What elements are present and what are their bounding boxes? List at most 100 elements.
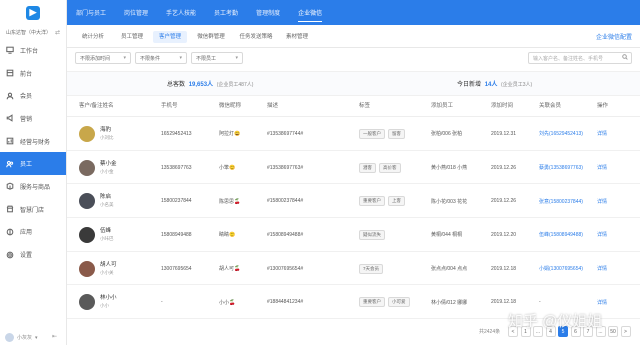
customer-cell: 胡人可 小小关 [79, 252, 117, 286]
customer-alias: 小小 [100, 303, 109, 309]
sub-tab-3[interactable]: 微信群管理 [192, 31, 230, 43]
description-cell: #13538697763# [267, 164, 304, 171]
top-tab-1[interactable]: 岗位管理 [115, 0, 157, 25]
description-cell: #13007695654# [267, 265, 304, 272]
today-label: 今日新增 [457, 82, 482, 88]
org-name: 山东达智（中大洋） [6, 29, 52, 36]
table-row[interactable]: 陈启 小名美 15800237844 陈思思🍒 #15800237844# 陈小花/003… [67, 184, 640, 219]
gear-icon [6, 251, 14, 259]
app-logo-icon[interactable]: ▶ [26, 5, 40, 20]
wechat-cell: 阿拉灯😄 [219, 131, 241, 138]
detail-link[interactable]: 详情 [597, 151, 607, 185]
sidebar-item-7[interactable]: 智慧门店 [0, 198, 66, 221]
added-time-cell: 2019.12.26 [491, 198, 517, 205]
condition-filter-value: 不限条件 [140, 55, 161, 62]
customer-alias: 小咔巴 [100, 235, 114, 241]
sidebar-item-0[interactable]: 工作台 [0, 39, 66, 62]
sub-tab-0[interactable]: 统计分析 [75, 31, 111, 43]
member-link[interactable]: 伍峰(15808949488) [539, 218, 583, 252]
filter-bar: 不限添加时间 ▾ 不限条件 ▾ 不限员工 ▾ 输入客户名、备注姓名、手机号 [67, 48, 640, 71]
megaphone-icon [6, 114, 14, 123]
top-tab-2[interactable]: 手艺人技能 [157, 0, 205, 25]
sidebar-item-1[interactable]: 前台 [0, 62, 66, 85]
description-cell: #15808949488# [267, 231, 304, 238]
customer-alias: 小名美 [100, 202, 114, 208]
tags-cell: 一般客户 留客 [359, 117, 408, 151]
sidebar-item-2[interactable]: 会员 [0, 84, 66, 107]
column-header-0: 客户/备注姓名 [79, 103, 114, 109]
table-row[interactable]: 伍峰 小咔巴 15808949488 睛睛🙂 #15808949488# 黄桐/044 桐… [67, 218, 640, 252]
customer-name: 伍峰 [100, 227, 112, 234]
customer-alias: 小刘比 [100, 134, 114, 140]
top-nav: 部门与员工 岗位管理 手艺人技能 员工考勤 管理制度 企业微信 [67, 0, 640, 25]
sidebar-item-3[interactable]: 营销 [0, 107, 66, 130]
staff-cell: 张柏/006 张柏 [431, 131, 463, 138]
member-link[interactable]: 蔡勇(13538697763) [539, 151, 583, 185]
customer-name: 林小小 [100, 295, 117, 302]
search-icon[interactable] [622, 54, 628, 62]
wechat-cell: 小小🍒 [219, 299, 236, 306]
avatar [5, 333, 14, 342]
sidebar-item-9[interactable]: 设置 [0, 243, 66, 266]
chevron-down-icon: ▾ [35, 334, 38, 341]
description-cell: #13538697744# [267, 130, 304, 137]
sub-tab-1[interactable]: 员工管理 [115, 31, 149, 43]
user-menu[interactable]: 小灰灰 ▾ [5, 333, 38, 342]
top-tab-0[interactable]: 部门与员工 [67, 0, 115, 25]
top-tab-4[interactable]: 管理制度 [247, 0, 289, 25]
customer-name: 蔡小金 [100, 160, 117, 167]
member-link[interactable]: 小娟(13007695654) [539, 252, 583, 286]
watermark: 知乎 @仪姐姐 [508, 313, 603, 330]
detail-link[interactable]: 详情 [597, 117, 607, 151]
column-header-8: 操作 [597, 103, 609, 109]
detail-link[interactable]: 详情 [597, 184, 607, 218]
page-button[interactable]: 50 [608, 326, 618, 337]
desk-icon [6, 69, 14, 77]
member-link[interactable]: 刘先(16529452413) [539, 117, 583, 151]
sidebar-item-8[interactable]: 应用 [0, 221, 66, 244]
sidebar-item-label: 员工 [20, 162, 33, 169]
top-tab-3[interactable]: 员工考勤 [205, 0, 247, 25]
staff-filter-select[interactable]: 不限员工 ▾ [191, 52, 243, 64]
stats-bar: 总客数 19,653人 (企业员工487人) 今日新增 14人 (企业员工3人) [67, 71, 640, 96]
sub-tab-5[interactable]: 素材管理 [281, 31, 313, 43]
condition-filter-select[interactable]: 不限条件 ▾ [135, 52, 187, 64]
sidebar-item-label: 前台 [20, 71, 33, 78]
chevron-down-icon: ▾ [235, 55, 238, 61]
member-link[interactable]: 张意(15800237844) [539, 184, 583, 218]
table-row[interactable]: 胡人可 小小关 13007695654 胡人可🍒 #13007695654# 张点点/00… [67, 252, 640, 286]
sub-tabs: 企业微信配置 统计分析 员工管理 客户管理 微信群管理 任务发送策略 素材管理 [67, 25, 640, 48]
detail-link[interactable]: 详情 [597, 252, 607, 286]
sidebar-item-6[interactable]: 服务与商品 [0, 175, 66, 198]
tag-badge: 疑似流失 [359, 229, 385, 240]
sidebar-item-label: 智慧门店 [20, 207, 45, 214]
top-tab-5[interactable]: 企业微信 [289, 0, 331, 25]
wechat-config-link[interactable]: 企业微信配置 [596, 32, 632, 41]
tag-badge: 上客 [388, 196, 405, 207]
store-icon [6, 205, 14, 213]
table-row[interactable]: 蔡小金 小小金 13538697763 小笨😊 #13538697763# 黄小燕/018… [67, 151, 640, 185]
table-row[interactable]: 海豹 小刘比 16529452413 阿拉灯😄 #13538697744# 张柏/006 … [67, 117, 640, 151]
tags-cell: 重要客户 上客 [359, 184, 408, 218]
sidebar-item-label: 应用 [20, 230, 33, 237]
today-value: 14人 [484, 82, 498, 88]
staff-cell: 陈小花/003 花花 [431, 198, 468, 205]
search-input[interactable]: 输入客户名、备注姓名、手机号 [528, 52, 632, 64]
column-header-3: 描述 [267, 103, 279, 109]
monitor-icon [6, 46, 14, 55]
page-button[interactable]: > [620, 326, 631, 337]
customer-cell: 林小小 小小 [79, 286, 117, 320]
org-switcher[interactable]: 山东达智（中大洋） ⇄ [0, 25, 66, 39]
time-filter-select[interactable]: 不限添加时间 ▾ [75, 52, 131, 64]
sub-tab-4[interactable]: 任务发送策略 [235, 31, 277, 43]
sidebar-item-4[interactable]: 经营与财务 [0, 130, 66, 153]
added-time-cell: 2019.12.18 [491, 265, 517, 272]
customer-alias: 小小金 [100, 168, 114, 174]
sidebar: ▶ 山东达智（中大洋） ⇄ 工作台前台会员 营销 经营与财务员工服务与商品智慧门店应… [0, 0, 67, 345]
sidebar-item-5[interactable]: 员工 [0, 152, 66, 176]
detail-link[interactable]: 详情 [597, 218, 607, 252]
sidebar-item-label: 设置 [20, 253, 33, 260]
description-cell: #15800237844# [267, 198, 304, 205]
collapse-icon[interactable]: ⇤ [52, 333, 57, 340]
sub-tab-2[interactable]: 客户管理 [153, 31, 187, 43]
